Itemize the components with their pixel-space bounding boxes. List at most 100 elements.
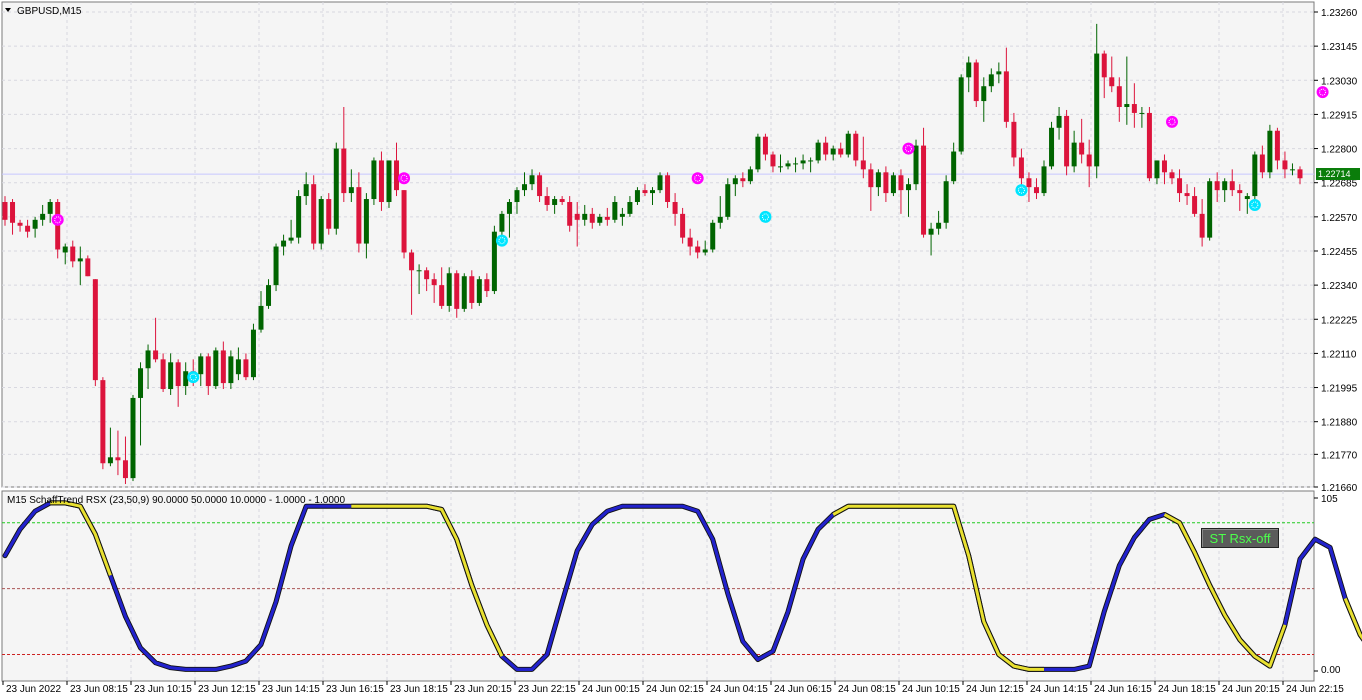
price-tick-label: 1.22570 <box>1321 213 1358 224</box>
candle-body <box>981 86 987 102</box>
buy-signal-icon <box>1248 198 1261 211</box>
candle-body <box>1041 166 1047 194</box>
candle-body <box>228 356 234 384</box>
candle-body <box>439 285 445 306</box>
candle-body <box>958 77 964 152</box>
candle-body <box>574 213 580 220</box>
candle <box>378 151 384 211</box>
price-tick-label: 1.21880 <box>1321 418 1358 429</box>
signal-dot <box>51 213 64 226</box>
candle-body <box>1116 86 1122 107</box>
indicator-axis-top: 105 <box>1321 494 1338 505</box>
candle-body <box>988 74 994 87</box>
candle-body <box>875 172 881 188</box>
candle-body <box>333 148 339 229</box>
candle-body <box>717 216 723 223</box>
time-tick-label: 24 Jun 12:15 <box>966 684 1024 695</box>
candle-body <box>951 151 957 182</box>
candle-body <box>1252 154 1258 197</box>
candle-body <box>446 273 452 306</box>
candle-body <box>296 196 302 238</box>
candle-body <box>695 246 701 253</box>
signal-dot <box>902 142 915 155</box>
candle-body <box>732 178 738 185</box>
candle-body <box>1169 172 1175 179</box>
candle <box>943 175 949 229</box>
candle-body <box>92 279 98 381</box>
candle-body <box>341 148 347 194</box>
candle <box>130 394 136 482</box>
candle-body <box>115 457 121 461</box>
candle-body <box>506 202 512 214</box>
candle-body <box>921 145 927 235</box>
candle <box>333 142 339 235</box>
time-tick-label: 23 Jun 20:15 <box>454 684 512 695</box>
candle-body <box>273 246 279 286</box>
candle-body <box>868 169 874 188</box>
candle-body <box>1177 178 1183 194</box>
candle-body <box>32 219 38 229</box>
candle-body <box>499 213 505 232</box>
sell-signal-icon <box>398 172 411 185</box>
candle-body <box>642 190 648 194</box>
candle-body <box>1064 115 1070 167</box>
price-tick-label: 1.23030 <box>1321 76 1358 87</box>
candle-body <box>1289 169 1295 171</box>
candle-body <box>356 187 362 244</box>
candle-body <box>808 160 814 162</box>
candle-body <box>281 240 287 247</box>
candle <box>100 377 106 470</box>
candle-body <box>823 142 829 155</box>
candle-body <box>1154 160 1160 179</box>
candle-body <box>1267 130 1273 173</box>
candle-body <box>1026 178 1032 188</box>
time-tick-label: 23 Jun 18:15 <box>390 684 448 695</box>
sell-signal-icon <box>691 172 704 185</box>
candle-body <box>838 148 844 155</box>
candle-body <box>416 270 422 272</box>
price-tick-label: 1.22110 <box>1321 349 1357 360</box>
candle-body <box>1086 154 1092 167</box>
candle <box>491 225 497 295</box>
candle-body <box>2 202 8 220</box>
candle-body <box>258 305 264 330</box>
candle-body <box>1124 104 1130 107</box>
candle-body <box>943 181 949 223</box>
candle-body <box>1003 71 1009 122</box>
time-tick-label: 24 Jun 18:15 <box>1158 684 1216 695</box>
candle-body <box>122 460 128 479</box>
candle-body <box>348 187 354 194</box>
sell-signal-icon <box>1166 115 1179 128</box>
candle-body <box>326 199 332 229</box>
candle <box>710 219 716 253</box>
time-tick-label: 23 Jun 2022 <box>6 684 61 695</box>
candle <box>92 279 98 387</box>
time-tick-label: 24 Jun 00:15 <box>582 684 640 695</box>
candle-body <box>665 175 671 202</box>
time-tick-label: 23 Jun 14:15 <box>262 684 320 695</box>
price-tick-label: 1.23145 <box>1321 42 1358 53</box>
candle-body <box>311 184 317 244</box>
candle-body <box>1056 115 1062 128</box>
price-tick-label: 1.21660 <box>1321 483 1358 494</box>
time-tick-label: 24 Jun 16:15 <box>1094 684 1152 695</box>
candle <box>958 74 964 155</box>
candle <box>1064 109 1070 176</box>
candle <box>250 323 256 381</box>
candle <box>725 178 731 220</box>
candle-body <box>1071 142 1077 167</box>
time-tick-label: 24 Jun 02:15 <box>646 684 704 695</box>
candle-body <box>710 222 716 250</box>
candle-body <box>853 133 859 161</box>
candle-body <box>378 160 384 202</box>
candle-body <box>996 71 1002 75</box>
candle <box>386 160 392 208</box>
candle-body <box>77 258 83 262</box>
st-rsx-toggle-button[interactable]: ST Rsx-off <box>1201 528 1279 548</box>
candle-body <box>235 359 241 375</box>
time-tick-label: 24 Jun 14:15 <box>1030 684 1088 695</box>
candle-body <box>40 213 46 220</box>
time-tick-label: 24 Jun 08:15 <box>838 684 896 695</box>
candle-body <box>1259 154 1265 173</box>
signal-dot <box>691 172 704 185</box>
